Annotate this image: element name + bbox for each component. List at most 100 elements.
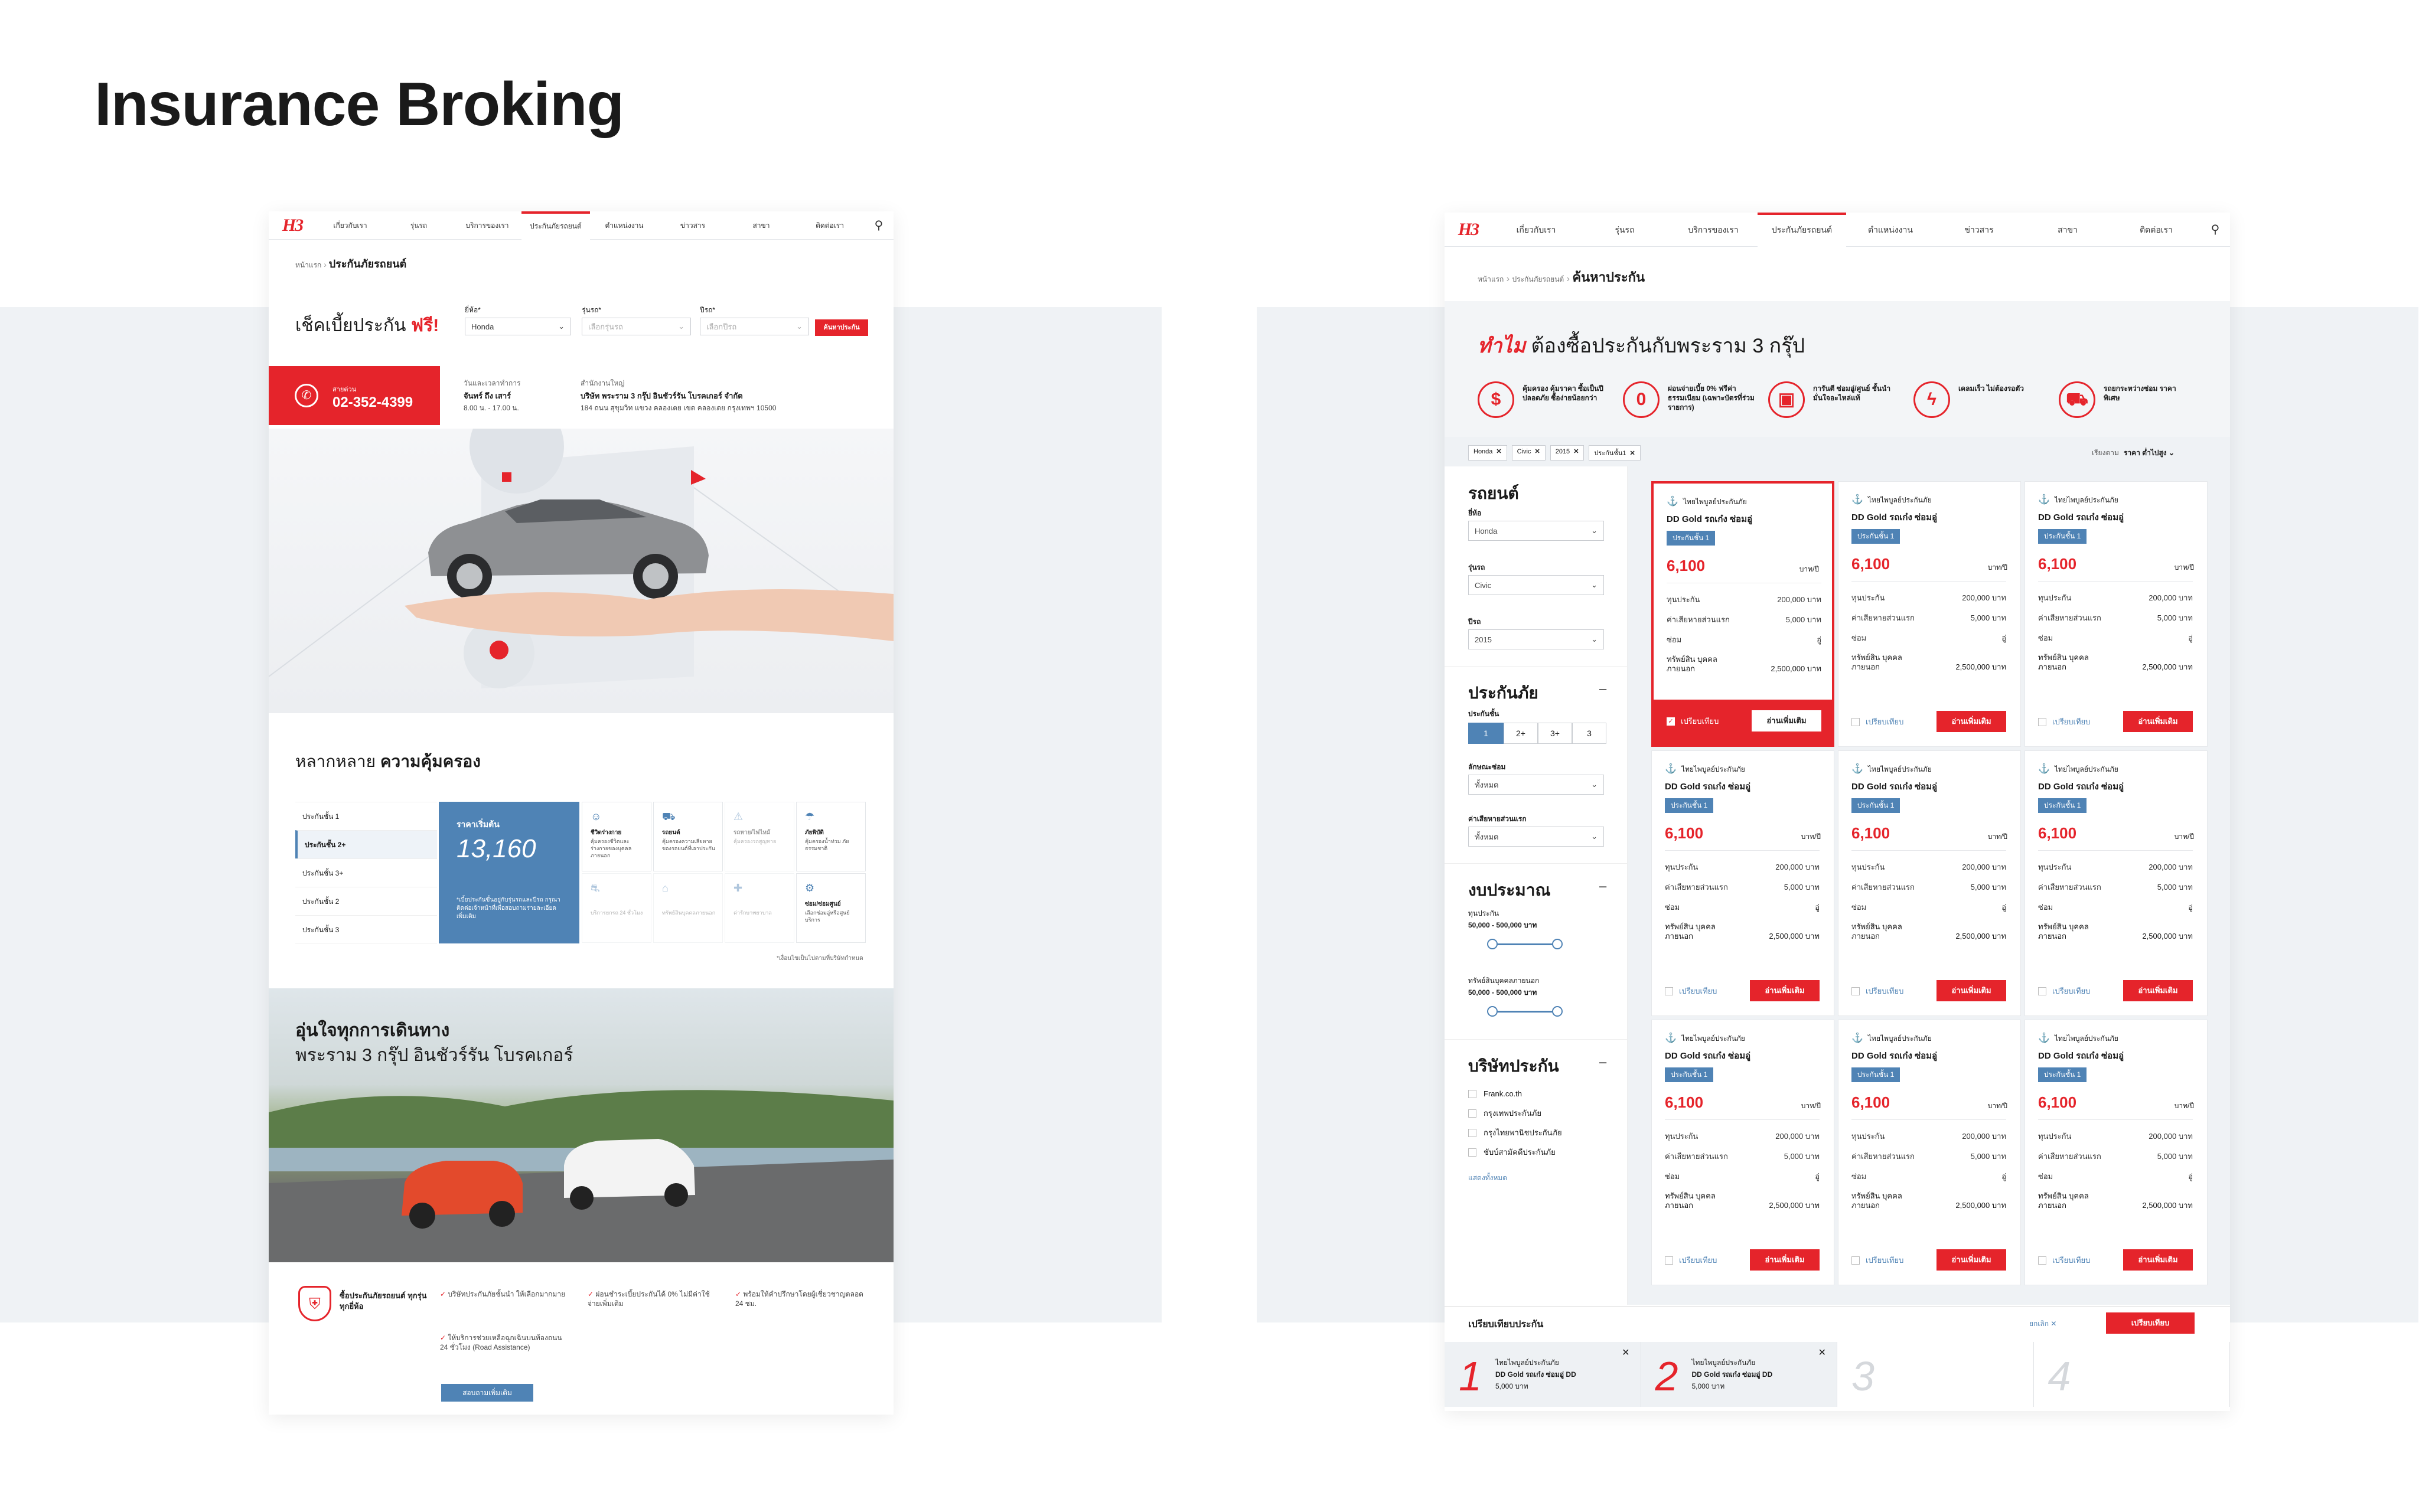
insurance-card[interactable]: ⚓ ไทยไพบูลย์ประกันภัย DD Gold รถเก๋ง ซ่อมอ…	[2024, 1020, 2208, 1285]
insurance-card[interactable]: ⚓ ไทยไพบูลย์ประกันภัย DD Gold รถเก๋ง ซ่อมอ…	[1838, 481, 2021, 747]
compare-checkbox[interactable]: เปรียบเทียบ	[1665, 1254, 1717, 1266]
close-icon[interactable]: ✕	[1496, 448, 1501, 455]
insurance-card[interactable]: ⚓ ไทยไพบูลย์ประกันภัย DD Gold รถเก๋ง ซ่อมอ…	[1651, 481, 1834, 747]
checkbox[interactable]	[1851, 717, 1860, 726]
compare-checkbox[interactable]: เปรียบเทียบ	[1851, 716, 1903, 728]
logo[interactable]: H3	[269, 211, 316, 240]
class-option-1[interactable]: 1	[1468, 723, 1504, 744]
filter-chip[interactable]: Civic ✕	[1511, 445, 1546, 461]
insurance-card[interactable]: ⚓ ไทยไพบูลย์ประกันภัย DD Gold รถเก๋ง ซ่อมอ…	[1838, 750, 2021, 1016]
insurance-card[interactable]: ⚓ ไทยไพบูลย์ประกันภัย DD Gold รถเก๋ง ซ่อมอ…	[2024, 750, 2208, 1016]
company-checkbox[interactable]: Frank.co.th	[1468, 1084, 1562, 1103]
filter-year-select[interactable]: 2015 ⌄	[1468, 629, 1604, 649]
compare-slot[interactable]: 1 ไทยไพบูลย์ประกันภัย DD Gold รถเก๋ง ซ่อมอ…	[1445, 1342, 1641, 1407]
nav-branches[interactable]: สาขา	[727, 211, 796, 240]
company-checkbox[interactable]: กรุงไทยพานิชประกันภัย	[1468, 1123, 1562, 1142]
filter-model-select[interactable]: Civic ⌄	[1468, 575, 1604, 595]
class-item-3[interactable]: ประกันชั้น 3	[295, 915, 437, 943]
checkbox[interactable]	[1468, 1148, 1476, 1157]
nav-insurance[interactable]: ประกันภัยรถยนต์	[1758, 213, 1846, 247]
checkbox[interactable]	[1665, 1256, 1673, 1265]
nav-about[interactable]: เกี่ยวกับเรา	[316, 211, 384, 240]
show-all-link[interactable]: แสดงทั้งหมด	[1468, 1173, 1507, 1184]
class-option-3plus[interactable]: 3+	[1538, 723, 1572, 744]
checkbox[interactable]	[1468, 1128, 1476, 1137]
slider-handle[interactable]	[1487, 1006, 1498, 1017]
nav-insurance[interactable]: ประกันภัยรถยนต์	[521, 211, 590, 240]
read-more-button[interactable]: อ่านเพิ่มเติม	[1936, 711, 2006, 732]
budget2-slider[interactable]	[1492, 1011, 1557, 1013]
slider-handle[interactable]	[1552, 939, 1563, 949]
compare-checkbox[interactable]: เปรียบเทียบ	[2038, 1254, 2090, 1266]
filter-brand-select[interactable]: Honda ⌄	[1468, 521, 1604, 541]
close-icon[interactable]: ✕	[1534, 448, 1540, 455]
collapse-icon[interactable]: –	[1599, 681, 1606, 697]
close-icon[interactable]: ✕	[1630, 450, 1635, 457]
compare-checkbox[interactable]: เปรียบเทียบ	[2038, 716, 2090, 728]
class-item-2plus[interactable]: ประกันชั้น 2+	[295, 830, 437, 858]
read-more-button[interactable]: อ่านเพิ่มเติม	[1750, 1249, 1820, 1271]
compare-checkbox[interactable]: เปรียบเทียบ	[1665, 985, 1717, 997]
compare-checkbox[interactable]: เปรียบเทียบ	[1851, 985, 1903, 997]
insurance-card[interactable]: ⚓ ไทยไพบูลย์ประกันภัย DD Gold รถเก๋ง ซ่อมอ…	[1651, 1020, 1834, 1285]
insurance-card[interactable]: ⚓ ไทยไพบูลย์ประกันภัย DD Gold รถเก๋ง ซ่อมอ…	[2024, 481, 2208, 747]
checkbox[interactable]	[2038, 717, 2046, 726]
logo[interactable]: H3	[1445, 213, 1492, 247]
compare-checkbox[interactable]: ✓ เปรียบเทียบ	[1667, 715, 1719, 727]
collapse-icon[interactable]: –	[1599, 1054, 1606, 1070]
class-option-2plus[interactable]: 2+	[1504, 723, 1538, 744]
checkbox[interactable]	[1851, 987, 1860, 995]
compare-slot[interactable]: 2 ไทยไพบูลย์ประกันภัย DD Gold รถเก๋ง ซ่อมอ…	[1641, 1342, 1837, 1407]
checkbox[interactable]	[2038, 1256, 2046, 1265]
collapse-icon[interactable]: –	[1599, 879, 1606, 894]
nav-contact[interactable]: ติดต่อเรา	[796, 211, 864, 240]
company-checkbox[interactable]: กรุงเทพประกันภัย	[1468, 1103, 1562, 1123]
filter-chip[interactable]: ประกันชั้น1 ✕	[1589, 445, 1641, 461]
close-icon[interactable]: ✕	[1818, 1347, 1826, 1358]
model-select[interactable]: เลือกรุ่นรถ ⌄	[582, 318, 691, 335]
checkbox[interactable]	[1851, 1256, 1860, 1265]
filter-chip[interactable]: 2015 ✕	[1550, 445, 1585, 461]
nav-models[interactable]: รุ่นรถ	[384, 211, 453, 240]
class-item-1[interactable]: ประกันชั้น 1	[295, 802, 437, 830]
filter-deduct-select[interactable]: ทั้งหมด ⌄	[1468, 827, 1604, 847]
slider-handle[interactable]	[1487, 939, 1498, 949]
filter-repair-select[interactable]: ทั้งหมด ⌄	[1468, 775, 1604, 795]
insurance-card[interactable]: ⚓ ไทยไพบูลย์ประกันภัย DD Gold รถเก๋ง ซ่อมอ…	[1651, 750, 1834, 1016]
compare-checkbox[interactable]: เปรียบเทียบ	[1851, 1254, 1903, 1266]
nav-contact[interactable]: ติดต่อเรา	[2112, 213, 2200, 247]
read-more-button[interactable]: อ่านเพิ่มเติม	[1750, 980, 1820, 1001]
nav-jobs[interactable]: ตำแหน่งงาน	[590, 211, 658, 240]
read-more-button[interactable]: อ่านเพิ่มเติม	[2123, 711, 2193, 732]
class-option-3[interactable]: 3	[1572, 723, 1606, 744]
insurance-card[interactable]: ⚓ ไทยไพบูลย์ประกันภัย DD Gold รถเก๋ง ซ่อมอ…	[1838, 1020, 2021, 1285]
nav-branches[interactable]: สาขา	[2023, 213, 2112, 247]
checkbox[interactable]	[1468, 1109, 1476, 1118]
nav-services[interactable]: บริการของเรา	[453, 211, 521, 240]
compare-slot[interactable]: 3	[1837, 1342, 2034, 1407]
compare-checkbox[interactable]: เปรียบเทียบ	[2038, 985, 2090, 997]
close-icon[interactable]: ✕	[1573, 448, 1579, 455]
checkbox[interactable]	[1665, 987, 1673, 995]
hotline-box[interactable]: ✆ สายด่วน 02-352-4399	[269, 366, 440, 425]
checkbox[interactable]: ✓	[1667, 717, 1675, 726]
breadcrumb-insurance[interactable]: ประกันภัยรถยนต์	[1512, 275, 1564, 283]
class-item-2[interactable]: ประกันชั้น 2	[295, 887, 437, 915]
search-icon[interactable]: ⚲	[864, 218, 894, 233]
checkbox[interactable]	[1468, 1089, 1476, 1098]
sort-select[interactable]: ราคา ต่ำไปสูง ⌄	[2124, 448, 2175, 459]
read-more-button[interactable]: อ่านเพิ่มเติม	[1936, 1249, 2006, 1271]
read-more-button[interactable]: อ่านเพิ่มเติม	[1752, 710, 1821, 731]
year-select[interactable]: เลือกปีรถ ⌄	[700, 318, 809, 335]
search-icon[interactable]: ⚲	[2200, 222, 2230, 237]
compare-slot[interactable]: 4	[2033, 1342, 2230, 1407]
more-info-button[interactable]: สอบถามเพิ่มเติม	[441, 1384, 533, 1402]
checkbox[interactable]	[2038, 987, 2046, 995]
breadcrumb-home[interactable]: หน้าแรก	[295, 261, 321, 269]
nav-services[interactable]: บริการของเรา	[1669, 213, 1758, 247]
company-checkbox[interactable]: ชับบ์สามัคคีประกันภัย	[1468, 1142, 1562, 1162]
read-more-button[interactable]: อ่านเพิ่มเติม	[2123, 980, 2193, 1001]
breadcrumb-home[interactable]: หน้าแรก	[1478, 275, 1504, 283]
filter-chip[interactable]: Honda ✕	[1468, 445, 1507, 461]
class-item-3plus[interactable]: ประกันชั้น 3+	[295, 858, 437, 887]
